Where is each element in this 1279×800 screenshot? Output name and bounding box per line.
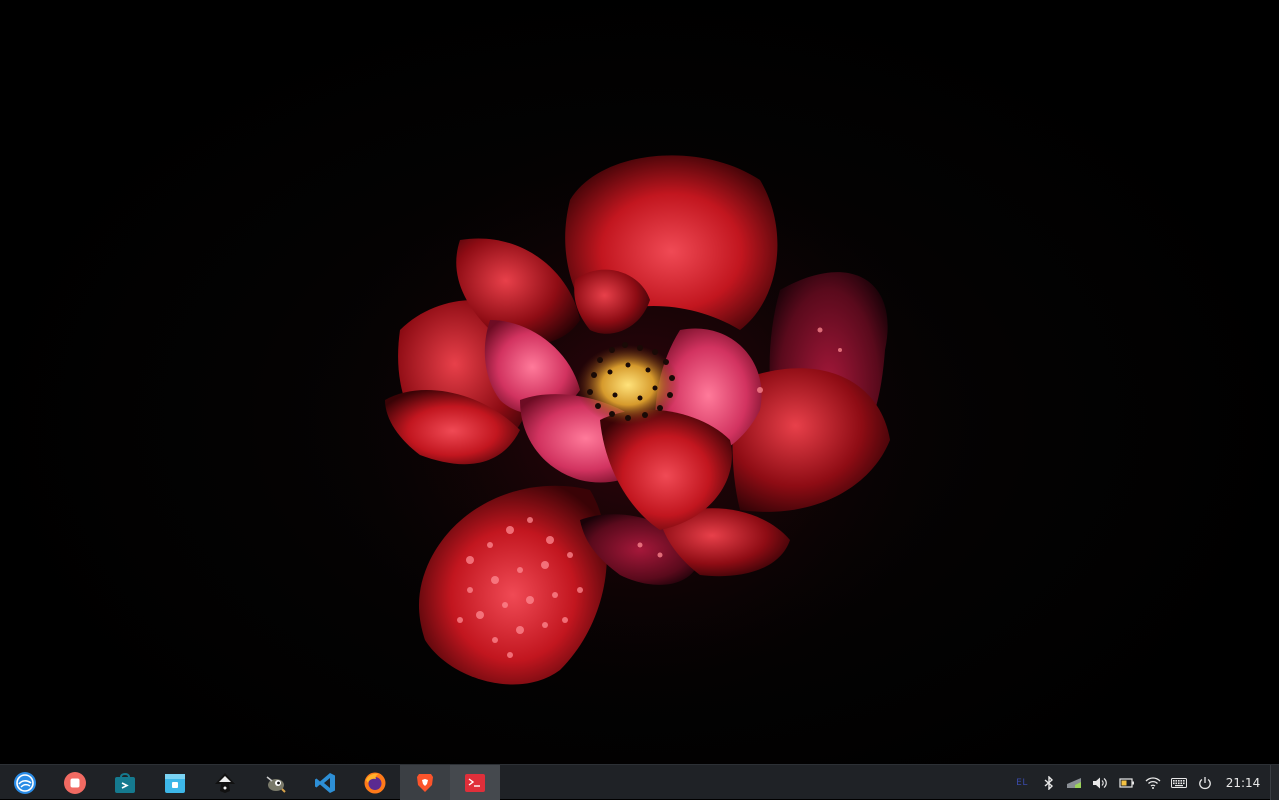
network-button[interactable] [1064,765,1084,800]
app-store-icon [115,772,135,793]
vscode-icon [315,772,335,793]
wifi-icon [1145,776,1161,789]
file-manager-button[interactable] [150,765,200,800]
file-manager-icon [165,773,185,793]
battery-button[interactable] [1117,765,1137,800]
keyboard-layout-indicator[interactable]: EL [1012,765,1032,800]
terminal-button[interactable] [450,765,500,800]
launcher-button[interactable] [0,765,50,800]
onscreen-keyboard-icon [1171,777,1187,788]
screen-recorder-button[interactable] [50,765,100,800]
keyboard-layout-label: EL [1016,777,1028,788]
gimp-button[interactable] [250,765,300,800]
bluetooth-button[interactable] [1040,765,1058,800]
inkscape-button[interactable] [200,765,250,800]
inkscape-icon [215,772,235,793]
clock-time: 21:14 [1225,775,1261,790]
desktop[interactable] [0,0,1279,764]
volume-button[interactable] [1090,765,1110,800]
deepin-launcher-icon [14,771,36,794]
show-desktop-button[interactable] [1270,765,1279,800]
app-store-button[interactable] [100,765,150,800]
vscode-button[interactable] [300,765,350,800]
power-button[interactable] [1195,765,1215,800]
bluetooth-icon [1044,775,1054,790]
wallpaper-rose [310,110,970,730]
onscreen-keyboard-button[interactable] [1169,765,1189,800]
volume-icon [1093,777,1107,788]
terminal-icon [465,773,485,792]
brave-button[interactable] [400,765,450,800]
screen-recorder-icon [64,771,86,794]
clock[interactable]: 21:14 [1218,765,1268,800]
firefox-button[interactable] [350,765,400,800]
gimp-icon [266,775,286,793]
battery-icon [1119,777,1134,788]
brave-icon [417,773,433,792]
power-icon [1199,776,1211,789]
taskbar: EL 21:14 [0,764,1279,800]
firefox-icon [364,772,386,793]
network-icon [1067,777,1081,788]
wifi-button[interactable] [1143,765,1163,800]
